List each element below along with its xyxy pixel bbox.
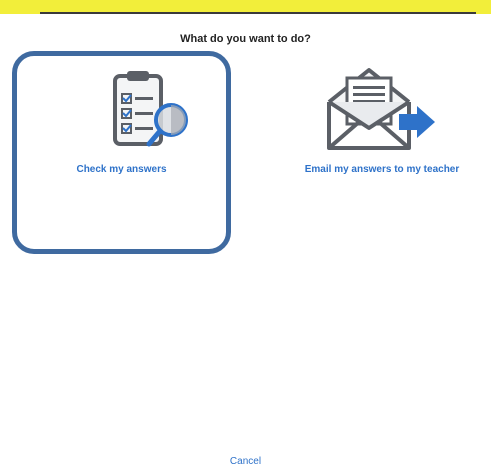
check-answers-label: Check my answers (76, 164, 167, 175)
top-divider (40, 12, 476, 14)
cancel-link[interactable]: Cancel (0, 456, 491, 467)
email-teacher-label: Email my answers to my teacher (304, 164, 460, 175)
check-answers-option[interactable]: Check my answers (12, 51, 231, 254)
dialog-prompt: What do you want to do? (180, 33, 311, 45)
email-teacher-option[interactable]: Email my answers to my teacher (283, 60, 481, 190)
envelope-send-icon (323, 62, 443, 154)
dialog: What do you want to do? Check my answers… (0, 0, 491, 476)
clipboard-magnifier-icon (109, 70, 201, 150)
